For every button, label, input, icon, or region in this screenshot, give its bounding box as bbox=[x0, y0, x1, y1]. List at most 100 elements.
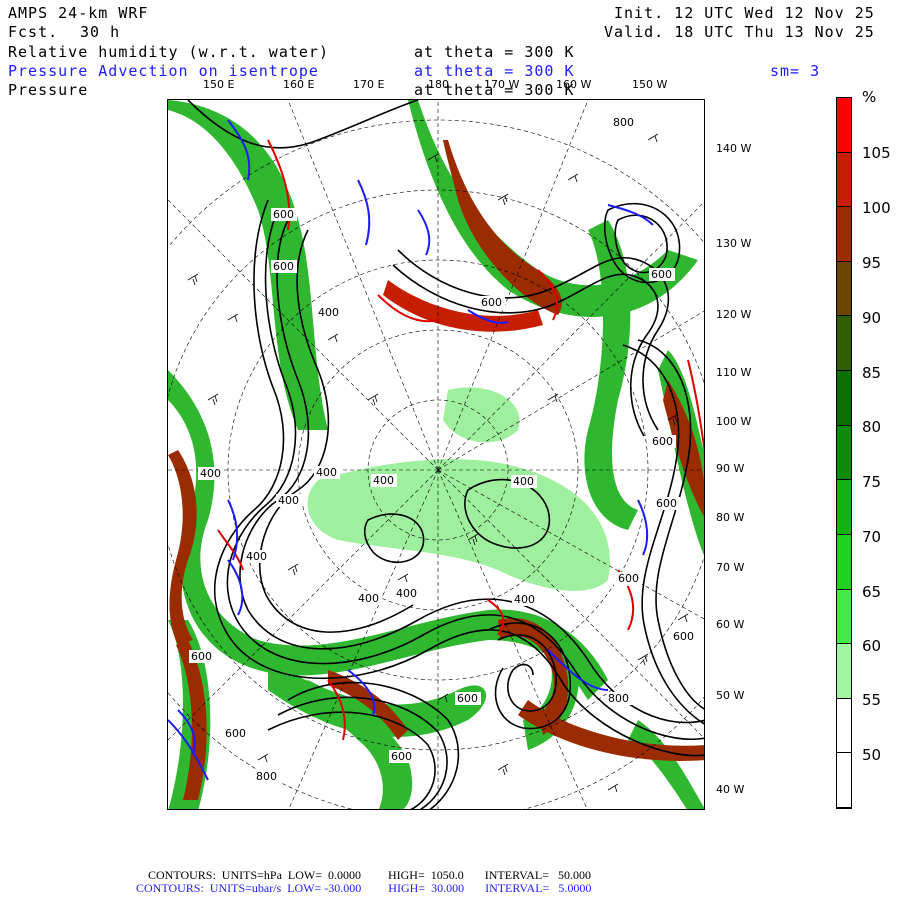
wind-barb bbox=[497, 193, 509, 206]
colorbar-segment bbox=[837, 698, 851, 754]
colorbar-segment bbox=[837, 589, 851, 645]
contour-label-text: 400 bbox=[316, 466, 337, 479]
colorbar-segment bbox=[837, 534, 851, 590]
contour-label: 600 bbox=[650, 435, 676, 448]
wind-barb bbox=[367, 393, 379, 406]
contour-label-text: 600 bbox=[391, 750, 412, 763]
contour-label-text: 600 bbox=[457, 692, 478, 705]
colorbar-label: 100 bbox=[862, 199, 891, 217]
colorbar-label: 60 bbox=[862, 637, 882, 655]
colorbar-unit: % bbox=[862, 88, 877, 106]
field-advection-label: Pressure Advection on isentrope bbox=[8, 62, 319, 80]
contour-label: 600 bbox=[649, 268, 675, 281]
rh-band bbox=[628, 720, 704, 809]
contour-label: 800 bbox=[611, 116, 637, 129]
lon-tick-label: 40 W bbox=[716, 783, 745, 796]
contour-label: 600 bbox=[455, 692, 481, 705]
init-time: Init. 12 UTC Wed 12 Nov 25 bbox=[614, 4, 875, 22]
lon-tick-label: 160 W bbox=[556, 78, 592, 91]
advection-negative bbox=[357, 179, 371, 246]
colorbar-label: 85 bbox=[862, 364, 882, 382]
contour-label: 600 bbox=[654, 497, 680, 510]
contour-label: 400 bbox=[511, 475, 537, 488]
contour-label-text: 600 bbox=[273, 208, 294, 221]
weather-map[interactable]: 800 600 600 600 400 600 400 400 400 400 … bbox=[167, 99, 705, 810]
contour-label: 400 bbox=[314, 466, 340, 479]
map-canvas: 800 600 600 600 400 600 400 400 400 400 … bbox=[168, 100, 704, 809]
lon-tick-label: 160 E bbox=[283, 78, 315, 91]
model-title: AMPS 24-km WRF bbox=[8, 4, 149, 22]
forecast-hour: 30 h bbox=[80, 23, 121, 41]
colorbar-segment bbox=[837, 261, 851, 317]
contour-label: 400 bbox=[198, 467, 224, 480]
advection-negative bbox=[637, 499, 649, 556]
contour-label-text: 800 bbox=[608, 692, 629, 705]
lon-tick-label: 150 E bbox=[203, 78, 235, 91]
colorbar-segment bbox=[837, 753, 851, 808]
wind-barb bbox=[497, 763, 509, 776]
contour-label-text: 400 bbox=[358, 592, 379, 605]
wind-barb bbox=[567, 173, 579, 183]
colorbar-label: 55 bbox=[862, 691, 882, 709]
contour-label-text: 600 bbox=[618, 572, 639, 585]
lon-tick-label: 70 W bbox=[716, 561, 745, 574]
colorbar-segment bbox=[837, 98, 851, 153]
contour-label-text: 600 bbox=[481, 296, 502, 309]
colorbar-segment bbox=[837, 425, 851, 481]
smoothing-value: sm= 3 bbox=[770, 62, 821, 80]
contour-label-text: 400 bbox=[200, 467, 221, 480]
colorbar bbox=[836, 97, 852, 809]
wind-barb bbox=[637, 653, 649, 666]
contour-label: 400 bbox=[316, 306, 342, 319]
contour-label: 400 bbox=[244, 550, 270, 563]
lon-tick-label: 180 bbox=[428, 78, 449, 91]
contour-label: 600 bbox=[616, 572, 642, 585]
contour-label-text: 400 bbox=[373, 474, 394, 487]
contour-label-text: 600 bbox=[225, 727, 246, 740]
contour-label-text: 400 bbox=[318, 306, 339, 319]
contour-label-text: 400 bbox=[396, 587, 417, 600]
wind-barb bbox=[397, 573, 409, 583]
contour-label: 400 bbox=[512, 593, 538, 606]
contour-label: 600 bbox=[479, 296, 505, 309]
colorbar-label: 80 bbox=[862, 418, 882, 436]
colorbar-label: 95 bbox=[862, 254, 882, 272]
field-rh-label: Relative humidity (w.r.t. water) bbox=[8, 43, 329, 61]
wind-barb bbox=[647, 133, 659, 143]
colorbar-label: 105 bbox=[862, 144, 891, 162]
contour-label-text: 600 bbox=[652, 435, 673, 448]
contour-label: 800 bbox=[606, 692, 632, 705]
contour-label: 400 bbox=[276, 494, 302, 507]
wind-barb bbox=[547, 393, 559, 403]
rh-light-region bbox=[307, 459, 610, 591]
colorbar-label: 50 bbox=[862, 746, 882, 764]
valid-time: Valid. 18 UTC Thu 13 Nov 25 bbox=[604, 23, 875, 41]
colorbar-segment bbox=[837, 371, 851, 426]
advection-negative bbox=[417, 209, 431, 256]
contour-label-text: 600 bbox=[673, 630, 694, 643]
contour-label-text: 600 bbox=[191, 650, 212, 663]
lon-tick-label: 100 W bbox=[716, 415, 752, 428]
wind-barb bbox=[327, 333, 339, 343]
contour-label-text: 600 bbox=[656, 497, 677, 510]
contour-label: 400 bbox=[371, 474, 397, 487]
colorbar-segment bbox=[837, 644, 851, 699]
wind-barb bbox=[287, 563, 299, 576]
contour-label-text: 400 bbox=[246, 550, 267, 563]
lon-tick-label: 150 W bbox=[632, 78, 668, 91]
colorbar-segment bbox=[837, 207, 851, 262]
contour-label: 400 bbox=[394, 587, 420, 600]
forecast-label: Fcst. bbox=[8, 23, 59, 41]
wind-barb bbox=[187, 273, 199, 286]
contour-label: 800 bbox=[254, 770, 280, 783]
lon-tick-label: 90 W bbox=[716, 462, 745, 475]
lon-tick-label: 170 E bbox=[353, 78, 385, 91]
wind-barb bbox=[607, 783, 619, 793]
colorbar-label: 70 bbox=[862, 528, 882, 546]
lon-tick-label: 130 W bbox=[716, 237, 752, 250]
colorbar-label: 65 bbox=[862, 583, 882, 601]
contour-label-text: 400 bbox=[513, 475, 534, 488]
contour-label: 600 bbox=[389, 750, 415, 763]
colorbar-label: 90 bbox=[862, 309, 882, 327]
field-rh-level: at theta = 300 K bbox=[414, 43, 575, 61]
